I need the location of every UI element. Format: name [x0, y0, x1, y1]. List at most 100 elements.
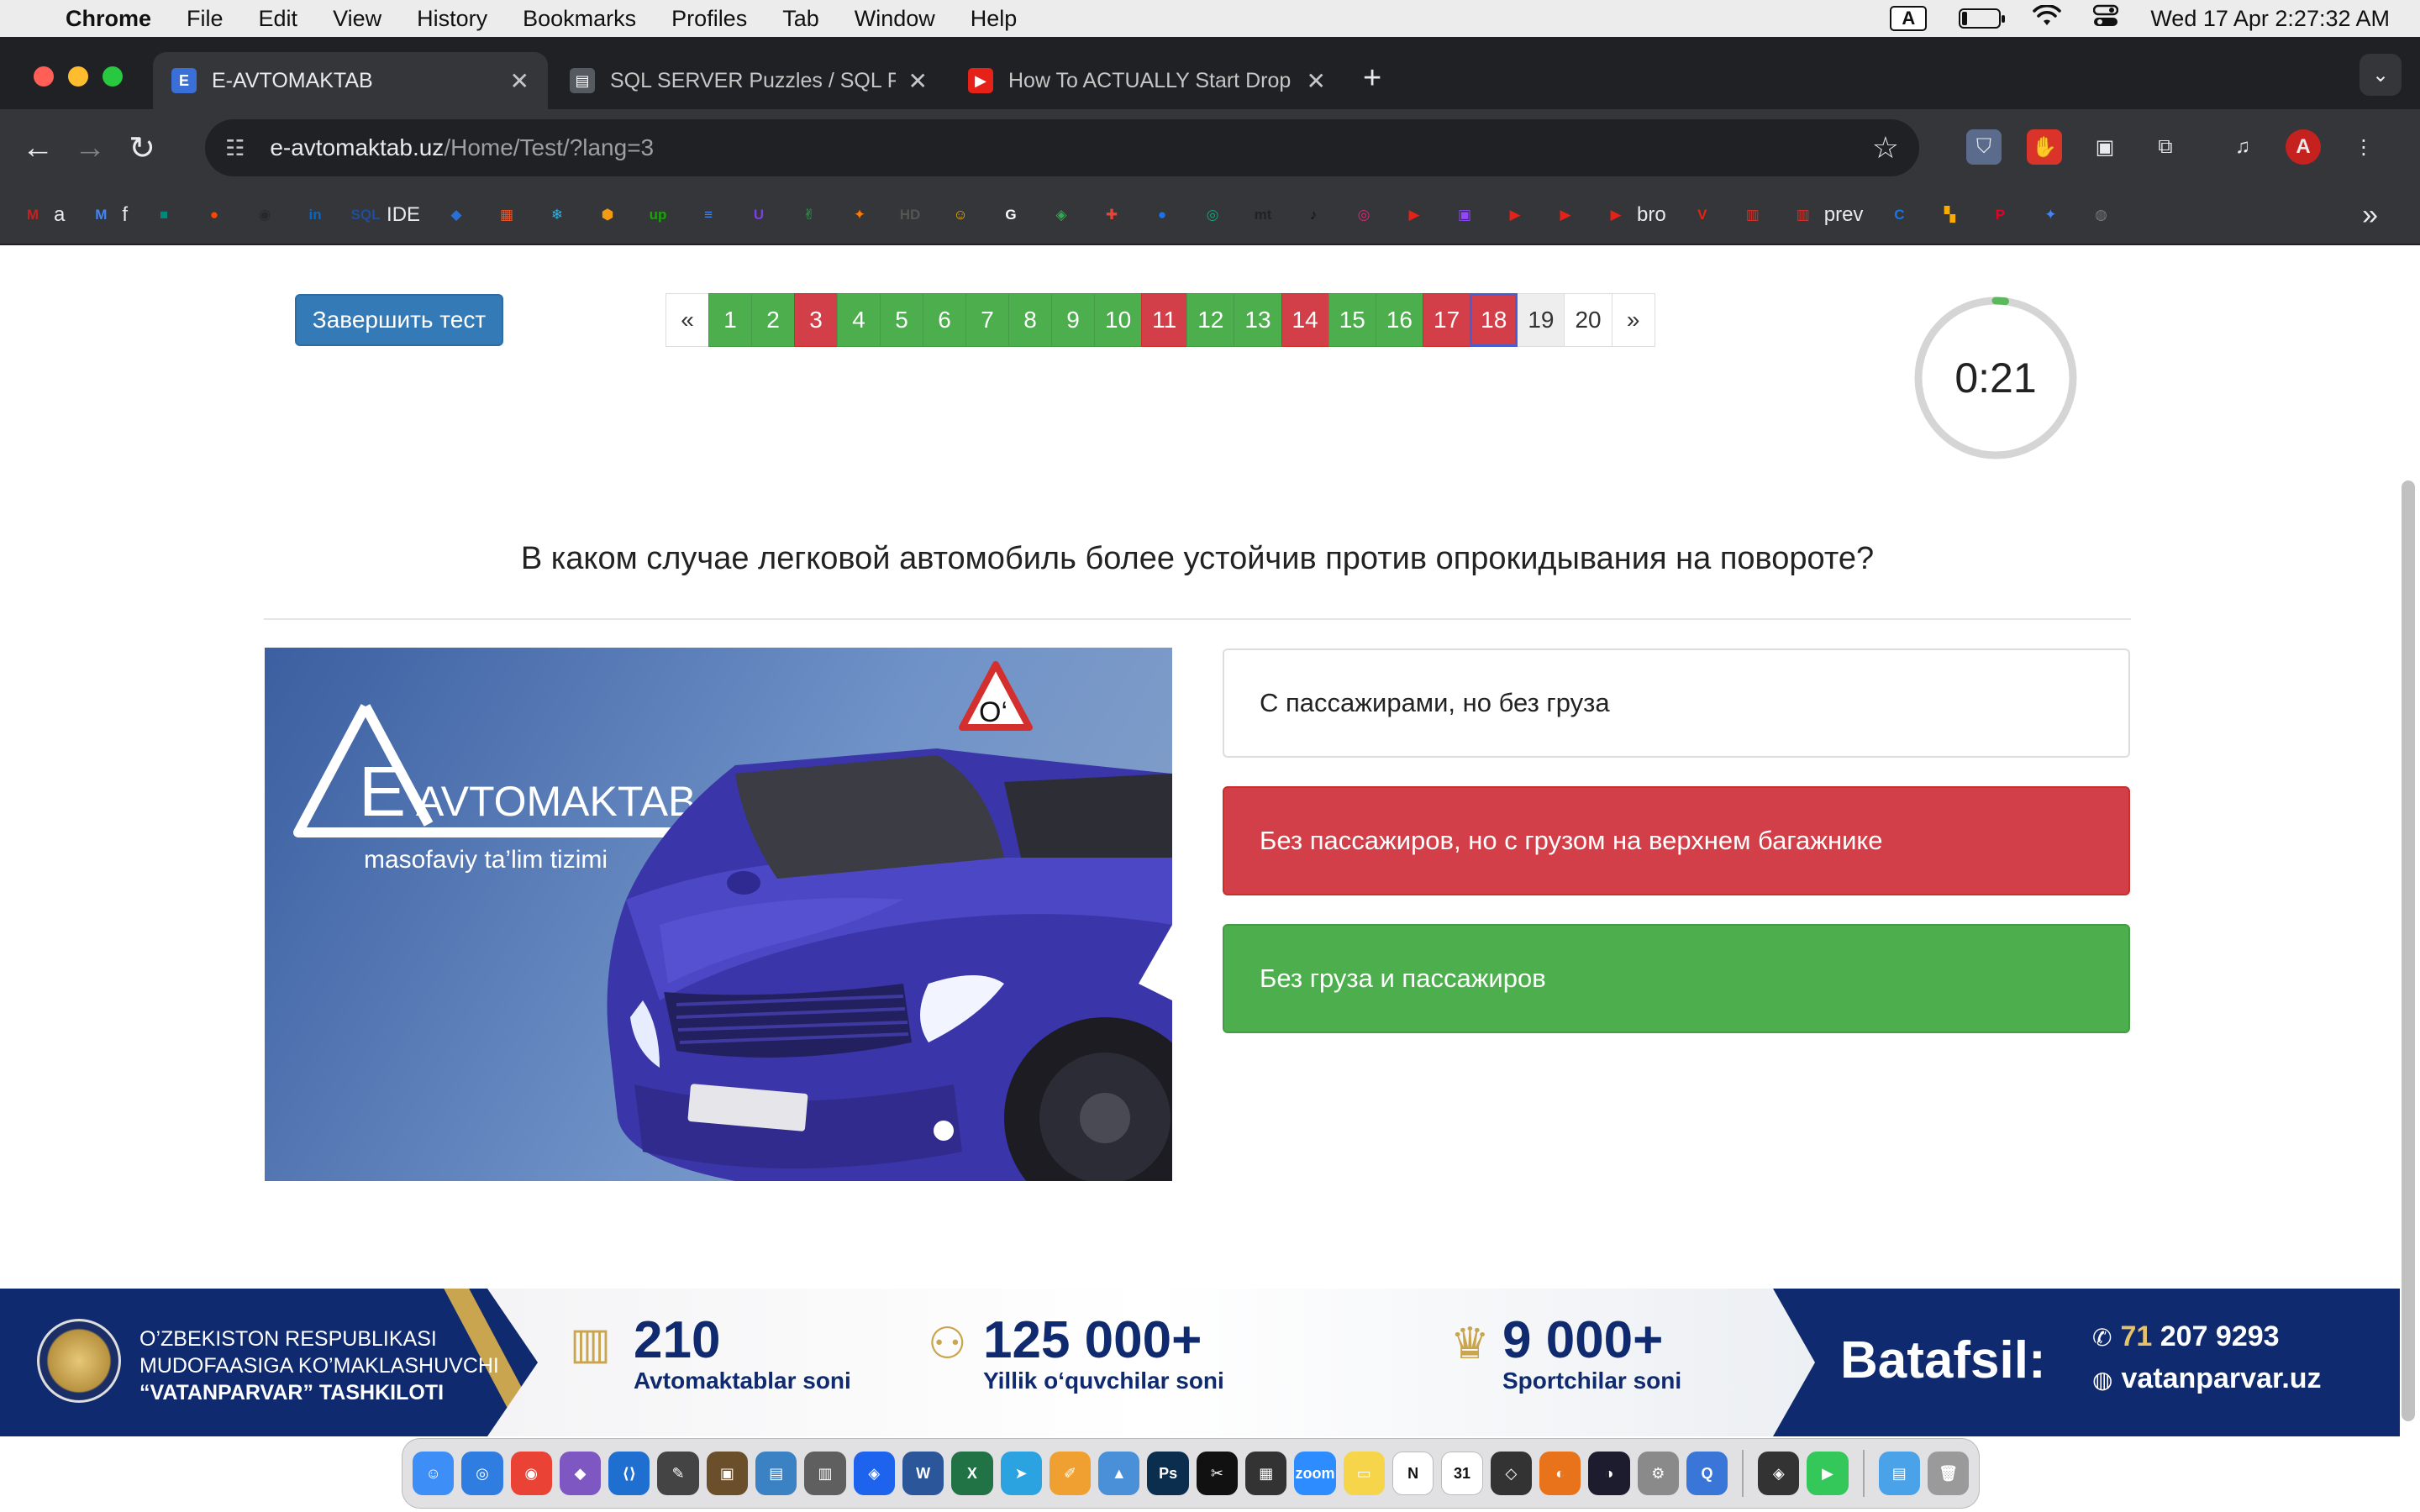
- dock-app-icon[interactable]: N: [1392, 1452, 1434, 1495]
- dock-app-icon[interactable]: ◐: [1539, 1452, 1581, 1495]
- bookmark-item[interactable]: ●: [1148, 201, 1176, 229]
- tab-youtube-video[interactable]: ▶ How To ACTUALLY Start Drop ✕: [950, 52, 1344, 109]
- bookmark-item[interactable]: ■: [150, 201, 178, 229]
- bookmark-item[interactable]: Ma: [18, 201, 65, 229]
- bookmark-item[interactable]: P: [1986, 201, 2014, 229]
- dock-app-icon[interactable]: ☺: [413, 1452, 455, 1495]
- menu-bookmarks[interactable]: Bookmarks: [523, 6, 636, 32]
- dock-app-icon[interactable]: ✎: [657, 1452, 699, 1495]
- pagination-page-14[interactable]: 14: [1281, 293, 1329, 347]
- menu-edit[interactable]: Edit: [259, 6, 298, 32]
- bookmark-item[interactable]: ✌: [795, 201, 823, 229]
- dock-app-icon[interactable]: ▥: [804, 1452, 846, 1495]
- dock-app-icon[interactable]: Ps: [1147, 1452, 1189, 1495]
- reload-icon[interactable]: ↻: [116, 129, 168, 167]
- bookmark-item[interactable]: ◈: [1047, 201, 1076, 229]
- dock-app-icon[interactable]: Q: [1686, 1452, 1728, 1495]
- dock-app-icon[interactable]: ▣: [706, 1452, 749, 1495]
- bookmarks-overflow-icon[interactable]: »: [2362, 199, 2378, 232]
- bookmark-item[interactable]: ◉: [250, 201, 279, 229]
- pagination-page-18[interactable]: 18: [1470, 293, 1518, 347]
- bookmark-item[interactable]: U: [744, 201, 773, 229]
- bookmark-item[interactable]: G: [997, 201, 1025, 229]
- address-bar[interactable]: ☷ e-avtomaktab.uz/Home/Test/?lang=3 ☆: [205, 119, 1919, 176]
- answer-option-2[interactable]: Без пассажиров, но с грузом на верхнем б…: [1223, 786, 2130, 895]
- answer-option-3[interactable]: Без груза и пассажиров: [1223, 924, 2130, 1033]
- bookmark-item[interactable]: ✦: [845, 201, 874, 229]
- dock-app-icon[interactable]: ▲: [1098, 1452, 1140, 1495]
- pagination-page-10[interactable]: 10: [1094, 293, 1143, 347]
- pagination-page-19[interactable]: 19: [1517, 293, 1565, 347]
- close-tab-icon[interactable]: ✕: [510, 67, 529, 95]
- answer-option-1[interactable]: С пассажирами, но без груза: [1223, 648, 2130, 758]
- pagination-page-15[interactable]: 15: [1328, 293, 1376, 347]
- dock-app-icon[interactable]: ▭: [1343, 1452, 1385, 1495]
- bookmark-item[interactable]: ▚: [1935, 201, 1964, 229]
- close-window-button[interactable]: [34, 66, 54, 87]
- dock-app-icon[interactable]: ◇: [1490, 1452, 1533, 1495]
- menu-profiles[interactable]: Profiles: [671, 6, 747, 32]
- pagination-page-17[interactable]: 17: [1423, 293, 1471, 347]
- dock-app-icon[interactable]: ◆: [559, 1452, 602, 1495]
- bookmark-item[interactable]: up: [644, 201, 672, 229]
- menu-help[interactable]: Help: [971, 6, 1018, 32]
- bookmark-item[interactable]: Mf: [87, 201, 128, 229]
- dock-app-icon[interactable]: ⚙: [1637, 1452, 1679, 1495]
- media-control-icon[interactable]: ♫: [2225, 129, 2260, 165]
- pagination-next[interactable]: »: [1611, 293, 1655, 347]
- adblock-extension-icon[interactable]: ✋: [2027, 129, 2062, 165]
- dock-app-icon[interactable]: ✐: [1049, 1452, 1092, 1495]
- tab-e-avtomaktab[interactable]: E E-AVTOMAKTAB ✕: [153, 52, 548, 109]
- menu-tab[interactable]: Tab: [782, 6, 819, 32]
- dock-app-icon[interactable]: zoom: [1294, 1452, 1336, 1495]
- dock-app-icon[interactable]: X: [951, 1452, 993, 1495]
- pagination-page-3[interactable]: 3: [794, 293, 838, 347]
- pagination-page-12[interactable]: 12: [1186, 293, 1235, 347]
- bookmark-item[interactable]: ✚: [1097, 201, 1126, 229]
- pagination-page-13[interactable]: 13: [1234, 293, 1282, 347]
- site-info-icon[interactable]: ☷: [225, 135, 245, 161]
- bookmark-item[interactable]: ▣: [1450, 201, 1479, 229]
- bookmark-item[interactable]: ◍: [2086, 201, 2115, 229]
- pagination-page-1[interactable]: 1: [708, 293, 752, 347]
- bookmark-item[interactable]: ✦: [2036, 201, 2065, 229]
- profile-avatar[interactable]: A: [2286, 129, 2321, 165]
- menu-view[interactable]: View: [333, 6, 381, 32]
- bookmark-item[interactable]: C: [1885, 201, 1913, 229]
- pagination-page-7[interactable]: 7: [965, 293, 1009, 347]
- dock-app-icon[interactable]: ◎: [461, 1452, 503, 1495]
- pagination-page-9[interactable]: 9: [1051, 293, 1095, 347]
- dock-app-icon[interactable]: ▦: [1245, 1452, 1287, 1495]
- menu-app-name[interactable]: Chrome: [66, 6, 151, 32]
- menu-window[interactable]: Window: [855, 6, 935, 32]
- tab-search-chevron-icon[interactable]: ⌄: [2360, 54, 2402, 96]
- bookmark-item[interactable]: ▦: [492, 201, 521, 229]
- bookmark-item[interactable]: SQL IDE: [351, 201, 420, 229]
- chrome-menu-icon[interactable]: ⋮: [2346, 129, 2381, 165]
- bookmark-item[interactable]: ▥: [1739, 201, 1767, 229]
- bookmark-item[interactable]: ≡: [694, 201, 723, 229]
- menu-file[interactable]: File: [187, 6, 224, 32]
- close-tab-icon[interactable]: ✕: [1307, 67, 1326, 95]
- pagination-page-6[interactable]: 6: [923, 293, 966, 347]
- dock-app-icon[interactable]: 31: [1441, 1452, 1483, 1495]
- menu-history[interactable]: History: [417, 6, 487, 32]
- pagination-page-11[interactable]: 11: [1141, 293, 1188, 347]
- bookmark-item[interactable]: ⬢: [593, 201, 622, 229]
- wifi-icon[interactable]: [2033, 3, 2062, 33]
- dock-app-icon[interactable]: ◑: [1588, 1452, 1630, 1495]
- dock-app-icon[interactable]: ➤: [1000, 1452, 1042, 1495]
- bookmark-item[interactable]: ▶: [1551, 201, 1580, 229]
- bookmark-item[interactable]: ◆: [442, 201, 471, 229]
- dock-app-icon[interactable]: W: [902, 1452, 944, 1495]
- pagination-page-20[interactable]: 20: [1564, 293, 1612, 347]
- bookmark-item[interactable]: ♪: [1299, 201, 1328, 229]
- bookmark-item[interactable]: HD: [896, 201, 924, 229]
- bookmark-star-icon[interactable]: ☆: [1872, 130, 1899, 165]
- bookmark-item[interactable]: ●: [200, 201, 229, 229]
- control-center-icon[interactable]: [2093, 4, 2119, 34]
- dock-app-icon[interactable]: ▤: [1878, 1452, 1920, 1495]
- pagination-page-5[interactable]: 5: [880, 293, 923, 347]
- extensions-puzzle-icon[interactable]: ⧉: [2148, 129, 2183, 165]
- tab-sql-puzzles[interactable]: ▤ SQL SERVER Puzzles / SQL P ✕: [551, 52, 946, 109]
